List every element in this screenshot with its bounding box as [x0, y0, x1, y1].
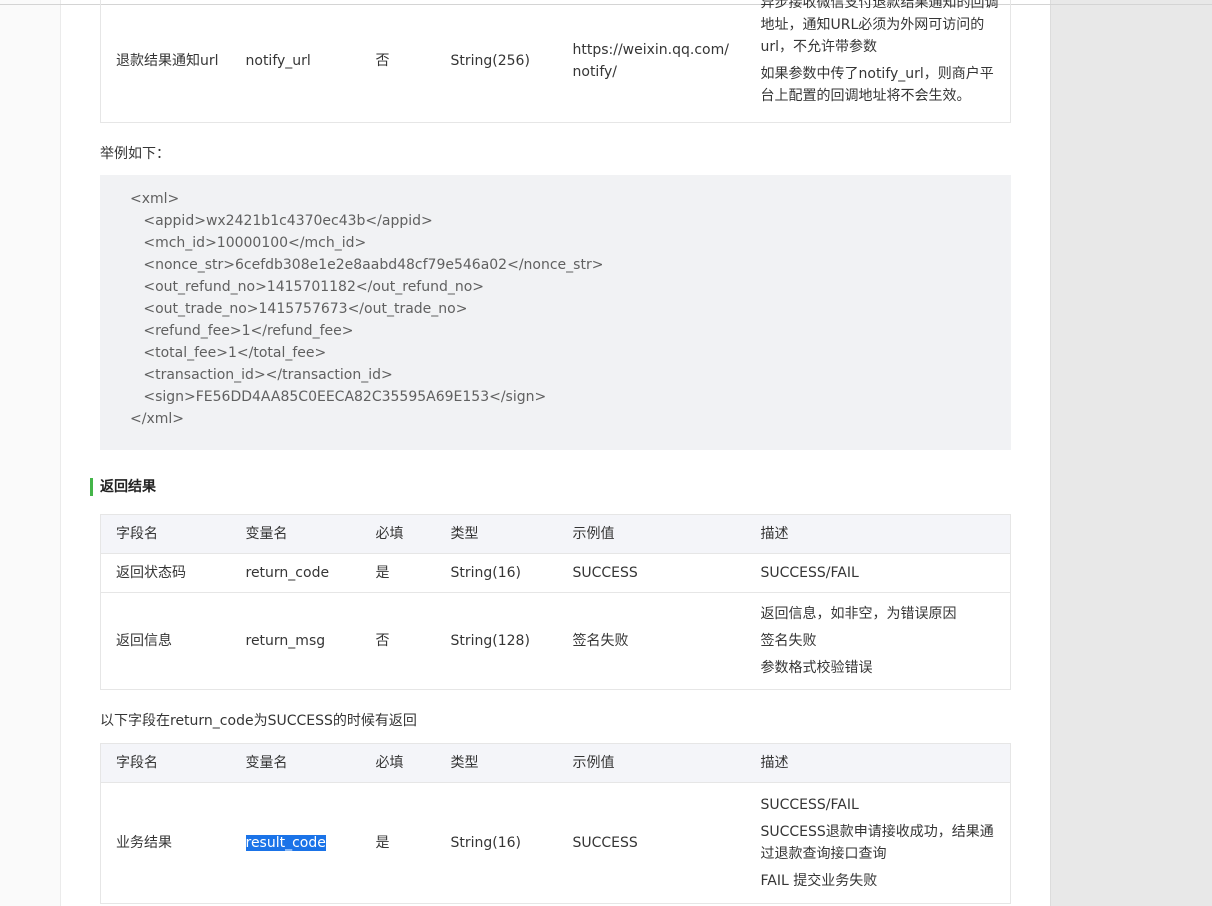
example-cell: SUCCESS	[557, 782, 746, 904]
required-cell: 否	[360, 592, 436, 690]
name-cell: return_msg	[230, 592, 361, 690]
name-cell: notify_url	[230, 0, 361, 123]
desc-line: FAIL 提交业务失败	[760, 873, 878, 889]
table-header-row: 字段名 变量名 必填 类型 示例值 描述	[100, 514, 1011, 554]
example-label: 举例如下：	[100, 146, 170, 162]
desc-cell: SUCCESS/FAIL SUCCESS退款申请接收成功，结果通过退款查询接口查…	[745, 782, 1011, 904]
code-line: <appid>wx2421b1c4370ec43b</appid>	[130, 213, 433, 229]
code-line: <refund_fee>1</refund_fee>	[130, 323, 354, 339]
code-line: <mch_id>10000100</mch_id>	[130, 235, 367, 251]
example-cell: https://weixin.qq.com/notify/	[557, 0, 746, 123]
header-cell: 变量名	[230, 514, 361, 554]
field-cell: 返回状态码	[100, 553, 231, 593]
return-params-table: 字段名 变量名 必填 类型 示例值 描述 返回状态码 return_code 是…	[100, 514, 1011, 690]
type-cell: String(256)	[435, 0, 558, 123]
desc-cell: 返回信息，如非空，为错误原因 签名失败 参数格式校验错误	[745, 592, 1011, 690]
code-line: <nonce_str>6cefdb308e1e2e8aabd48cf79e546…	[130, 257, 604, 273]
header-cell: 类型	[435, 743, 558, 783]
table-row: 退款结果通知url notify_url 否 String(256) https…	[100, 0, 1011, 123]
right-side-panel	[1050, 0, 1212, 906]
field-cell: 返回信息	[100, 592, 231, 690]
header-cell: 字段名	[100, 514, 231, 554]
section-title: 返回结果	[90, 478, 156, 496]
selected-text[interactable]: result_code	[245, 835, 326, 851]
field-cell: 退款结果通知url	[100, 0, 231, 123]
desc-cell: SUCCESS/FAIL	[745, 553, 1011, 593]
code-line: </xml>	[130, 411, 184, 427]
desc-line: 参数格式校验错误	[760, 660, 873, 676]
header-cell: 变量名	[230, 743, 361, 783]
desc-line: 如果参数中传了notify_url，则商户平台上配置的回调地址将不会生效。	[760, 66, 994, 104]
left-gutter	[0, 0, 61, 906]
table-header-row: 字段名 变量名 必填 类型 示例值 描述	[100, 743, 1011, 783]
code-line: <sign>FE56DD4AA85C0EECA82C35595A69E153</…	[130, 389, 547, 405]
desc-line: SUCCESS/FAIL	[760, 797, 859, 813]
header-cell: 必填	[360, 743, 436, 783]
code-line: <out_trade_no>1415757673</out_trade_no>	[130, 301, 468, 317]
required-cell: 是	[360, 782, 436, 904]
desc-line: 异步接收微信支付退款结果通知的回调地址，通知URL必须为外网可访问的url，不允…	[760, 0, 999, 55]
example-cell: SUCCESS	[557, 553, 746, 593]
header-cell: 描述	[745, 743, 1011, 783]
request-params-table: 退款结果通知url notify_url 否 String(256) https…	[100, 0, 1011, 123]
header-cell: 字段名	[100, 743, 231, 783]
code-line: <transaction_id></transaction_id>	[130, 367, 393, 383]
example-cell: 签名失败	[557, 592, 746, 690]
header-cell: 类型	[435, 514, 558, 554]
table-row: 业务结果 result_code 是 String(16) SUCCESS SU…	[100, 782, 1011, 904]
code-line: <total_fee>1</total_fee>	[130, 345, 327, 361]
desc-line: 签名失败	[760, 633, 817, 649]
desc-line: SUCCESS退款申请接收成功，结果通过退款查询接口查询	[760, 824, 994, 862]
header-cell: 示例值	[557, 743, 746, 783]
conditional-note: 以下字段在return_code为SUCCESS的时候有返回	[100, 713, 417, 729]
desc-cell: 异步接收微信支付退款结果通知的回调地址，通知URL必须为外网可访问的url，不允…	[745, 0, 1011, 123]
header-cell: 必填	[360, 514, 436, 554]
name-cell[interactable]: result_code	[230, 782, 361, 904]
type-cell: String(16)	[435, 782, 558, 904]
header-cell: 描述	[745, 514, 1011, 554]
result-params-table: 字段名 变量名 必填 类型 示例值 描述 业务结果 result_code 是 …	[100, 743, 1011, 904]
xml-code-block: <xml> <appid>wx2421b1c4370ec43b</appid> …	[100, 175, 1011, 450]
code-line: <xml>	[130, 191, 180, 207]
table-row: 返回状态码 return_code 是 String(16) SUCCESS S…	[100, 553, 1011, 593]
field-cell: 业务结果	[100, 782, 231, 904]
type-cell: String(16)	[435, 553, 558, 593]
header-cell: 示例值	[557, 514, 746, 554]
required-cell: 是	[360, 553, 436, 593]
code-line: <out_refund_no>1415701182</out_refund_no…	[130, 279, 485, 295]
params-table-container: 退款结果通知url notify_url 否 String(256) https…	[100, 0, 1011, 123]
desc-line: 返回信息，如非空，为错误原因	[760, 606, 957, 622]
table-row: 返回信息 return_msg 否 String(128) 签名失败 返回信息，…	[100, 592, 1011, 690]
required-cell: 否	[360, 0, 436, 123]
name-cell: return_code	[230, 553, 361, 593]
type-cell: String(128)	[435, 592, 558, 690]
